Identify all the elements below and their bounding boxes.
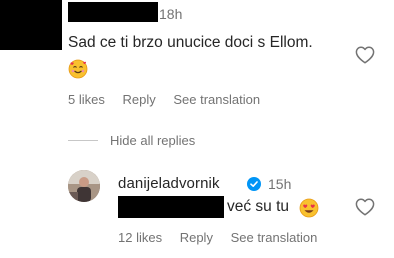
like-heart-icon[interactable] xyxy=(355,46,375,64)
comment-timestamp: 18h xyxy=(159,6,183,22)
reply-username[interactable]: danijeladvornik xyxy=(118,175,220,192)
hide-replies-button[interactable]: Hide all replies xyxy=(110,133,195,148)
like-heart-icon[interactable] xyxy=(355,198,375,216)
likes-count[interactable]: 12 likes xyxy=(118,230,162,245)
reply-button[interactable]: Reply xyxy=(122,92,155,107)
see-translation-link[interactable]: See translation xyxy=(173,92,260,107)
comment-actions: 5 likes Reply See translation xyxy=(68,92,274,107)
avatar[interactable] xyxy=(68,170,100,202)
reply-text: već su tu xyxy=(227,198,290,215)
redacted-mention xyxy=(118,196,224,218)
smiling-face-with-hearts-icon xyxy=(68,59,88,79)
likes-count[interactable]: 5 likes xyxy=(68,92,105,107)
reply-timestamp: 15h xyxy=(268,176,292,192)
redacted-username xyxy=(68,2,158,22)
heart-eyes-face-icon xyxy=(299,198,319,218)
thread-divider xyxy=(68,140,98,141)
comment-text: Sad ce ti brzo unucice doci s Ellom. xyxy=(68,34,313,51)
redacted-avatar xyxy=(0,0,62,50)
reply-button[interactable]: Reply xyxy=(180,230,213,245)
see-translation-link[interactable]: See translation xyxy=(231,230,318,245)
reply-actions: 12 likes Reply See translation xyxy=(118,230,331,245)
verified-badge-icon xyxy=(247,177,261,191)
